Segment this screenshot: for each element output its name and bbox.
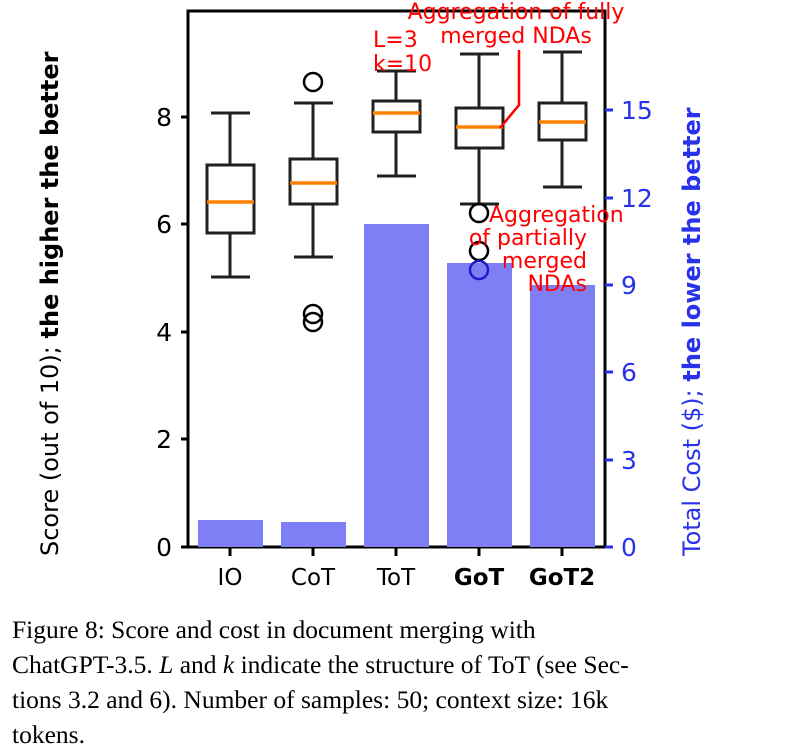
right-axis-title-bold: the lower the better <box>678 107 706 381</box>
bar-cot <box>281 522 346 547</box>
xtick-label-got2: GoT2 <box>529 565 595 591</box>
annotation-partially-line-3: merged <box>502 249 587 274</box>
right-tick-label-12: 12 <box>621 184 653 213</box>
xtick-label-tot: ToT <box>376 565 416 591</box>
bar-got <box>447 263 512 547</box>
right-tick-label-15: 15 <box>621 96 653 125</box>
annotation-fully-line-2: merged NDAs <box>440 24 592 49</box>
x-axis-ticks: IO CoT ToT GoT GoT2 <box>218 547 595 591</box>
left-tick-label-2: 2 <box>156 425 172 454</box>
bar-tot <box>364 224 429 547</box>
left-tick-label-0: 0 <box>156 533 172 562</box>
left-axis-title: Score (out of 10); the higher the better <box>36 51 64 556</box>
right-axis-title-plain: Total Cost ($); <box>678 382 706 557</box>
score-and-cost-chart: 0 2 4 6 8 Score (out of 10); the higher … <box>36 0 706 591</box>
bar-io <box>198 520 263 547</box>
caption-line-2: ChatGPT-3.5. L and k indicate the struct… <box>12 650 629 679</box>
annotation-tot-line-2: k=10 <box>373 52 432 77</box>
left-tick-label-4: 4 <box>156 318 172 347</box>
figure-caption: Figure 8: Score and cost in document mer… <box>12 612 788 752</box>
left-axis-title-plain: Score (out of 10); <box>36 338 64 556</box>
annotation-partially-line-1: Aggregation <box>489 203 624 228</box>
annotation-partially-line-2: of partially <box>469 226 587 251</box>
annotation-fully-line-1: Aggregation of fully <box>408 0 625 25</box>
right-tick-label-6: 6 <box>621 358 637 387</box>
right-tick-label-0: 0 <box>621 533 637 562</box>
caption-line-3: tions 3.2 and 6). Number of samples: 50;… <box>12 685 609 714</box>
right-axis-ticks: 0 3 6 9 12 15 <box>605 96 653 562</box>
left-axis-title-bold: the higher the better <box>36 51 64 338</box>
caption-line-1: Figure 8: Score and cost in document mer… <box>12 615 536 644</box>
right-tick-label-9: 9 <box>621 271 637 300</box>
annotation-partially-line-4: NDAs <box>527 272 587 297</box>
right-axis-title: Total Cost ($); the lower the better <box>678 107 706 557</box>
left-tick-label-8: 8 <box>156 103 172 132</box>
caption-line-4: tokens. <box>12 720 85 749</box>
annotation-tot-line-1: L=3 <box>373 28 418 53</box>
xtick-label-cot: CoT <box>291 565 336 591</box>
xtick-label-got: GoT <box>454 565 505 591</box>
figure-8: 0 2 4 6 8 Score (out of 10); the higher … <box>0 0 801 754</box>
bar-got2 <box>530 285 595 547</box>
left-tick-label-6: 6 <box>156 210 172 239</box>
xtick-label-io: IO <box>218 565 243 591</box>
right-tick-label-3: 3 <box>621 446 637 475</box>
left-axis-ticks: 0 2 4 6 8 <box>156 103 188 562</box>
